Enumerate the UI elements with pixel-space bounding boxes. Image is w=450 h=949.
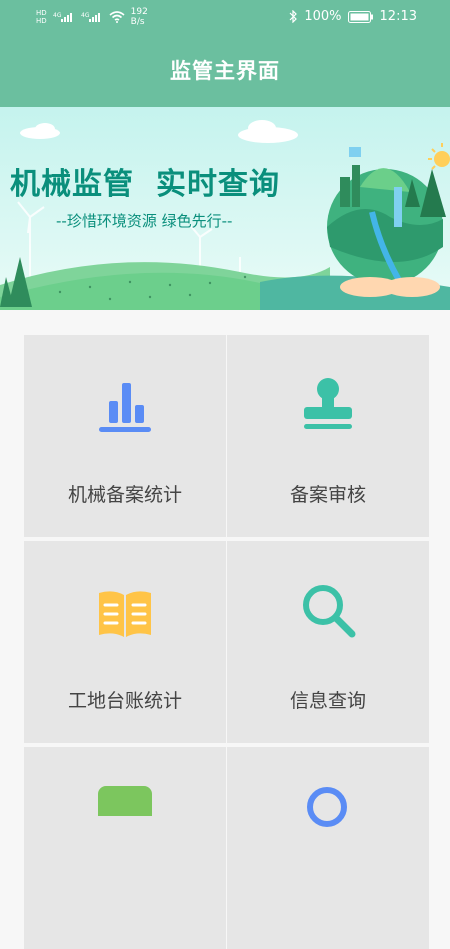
battery-icon — [347, 10, 373, 23]
page-title: 监管主界面 — [170, 59, 280, 83]
signal-icon-2: 4G — [81, 12, 100, 22]
svg-text:4G: 4G — [81, 12, 90, 19]
svg-text:4G: 4G — [53, 12, 62, 19]
menu-tile-6[interactable] — [227, 747, 429, 949]
menu-grid: 机械备案统计 备案审核 工地台账统计 信息查询 — [24, 335, 429, 949]
clock: 12:13 — [379, 9, 417, 24]
menu-tile-ledger[interactable]: 工地台账统计 — [24, 541, 226, 743]
status-bar: HD HD 4G 4G 192 B/s 100% 12:13 — [0, 0, 450, 34]
search-icon — [303, 585, 356, 638]
signal-icon: 4G — [53, 12, 72, 22]
hero-banner: 机械监管 实时查询 --珍惜环境资源 绿色先行-- — [0, 107, 450, 310]
location-icon — [307, 787, 347, 827]
wifi-icon — [109, 11, 125, 23]
status-right: 100% 12:13 — [289, 9, 417, 24]
menu-label: 工地台账统计 — [67, 690, 182, 712]
green-tile-icon — [98, 786, 152, 816]
net-speed: 192 B/s — [130, 7, 148, 27]
bluetooth-icon — [289, 10, 298, 23]
book-icon — [99, 591, 151, 637]
menu-tile-search[interactable]: 信息查询 — [227, 541, 429, 743]
battery-percent: 100% — [304, 9, 342, 24]
banner-illustration — [0, 107, 450, 310]
menu-tile-stats[interactable]: 机械备案统计 — [24, 335, 226, 537]
hd-badge: HD HD — [36, 9, 47, 25]
menu-label: 备案审核 — [289, 484, 366, 506]
menu-tile-5[interactable] — [24, 747, 226, 949]
banner-headline: 机械监管 实时查询 — [10, 167, 280, 202]
menu-label: 信息查询 — [289, 690, 366, 712]
stamp-icon — [304, 378, 352, 429]
header: HD HD 4G 4G 192 B/s 100% 12:13 监管主界面 — [0, 0, 450, 107]
menu-label: 机械备案统计 — [67, 484, 182, 506]
banner-slogan: --珍惜环境资源 绿色先行-- — [56, 212, 233, 230]
bar-chart-icon — [99, 383, 151, 432]
menu-tile-review[interactable]: 备案审核 — [227, 335, 429, 537]
status-left: HD HD 4G 4G 192 B/s — [36, 7, 148, 27]
